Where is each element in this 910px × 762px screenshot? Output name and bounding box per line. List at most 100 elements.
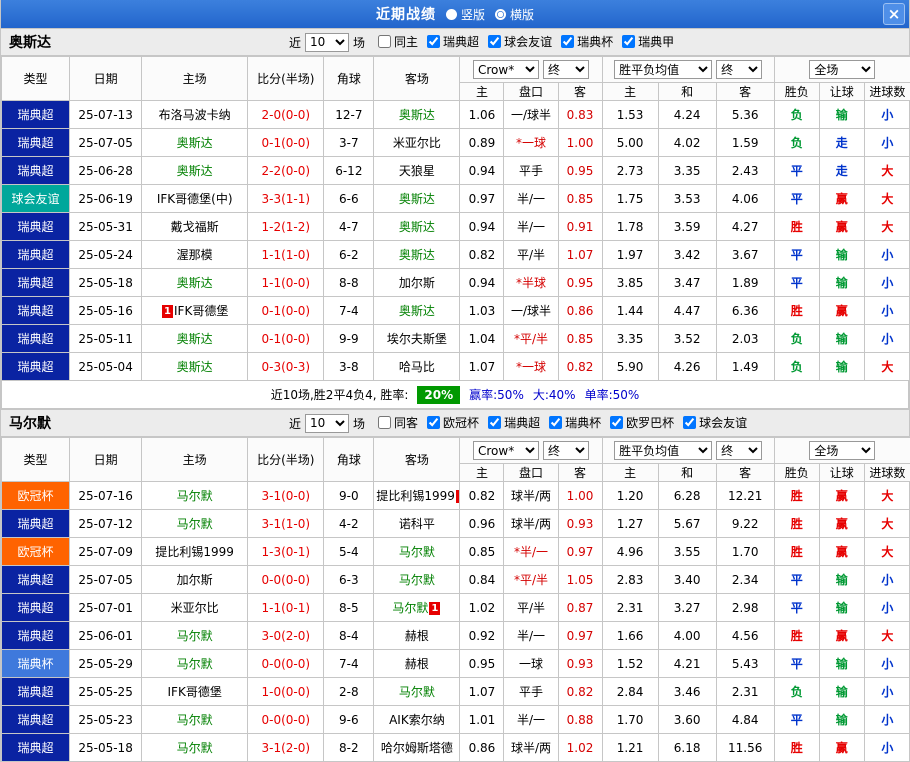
col-result-goals: 进球数 (864, 83, 910, 101)
avg-final-select[interactable]: 终 (716, 441, 762, 460)
avg-source-select[interactable]: 胜平负均值 (614, 60, 712, 79)
filter-checkbox[interactable] (427, 35, 440, 48)
home-odds: 0.97 (460, 185, 504, 213)
away-team-name: 米亚尔比 (393, 136, 441, 150)
away-team-name: 奥斯达 (399, 220, 435, 234)
match-row: 瑞典超25-05-23马尔默0-0(0-0)9-6AIK索尔纳1.01半/一0.… (2, 706, 910, 734)
home-team-name: 马尔默 (177, 629, 213, 643)
vertical-layout-radio-icon[interactable] (446, 9, 457, 20)
league-filter[interactable]: 瑞典杯 (561, 33, 613, 50)
avg-away-odds: 2.03 (716, 325, 774, 353)
vertical-layout-label[interactable]: 竖版 (461, 6, 485, 23)
home-odds: 0.82 (460, 482, 504, 510)
handicap-line: *半球 (504, 269, 558, 297)
col-result-handicap: 让球 (819, 83, 864, 101)
score-cell: 0-0(0-0) (248, 706, 324, 734)
league-filter[interactable]: 球会友谊 (683, 414, 747, 431)
match-row: 瑞典超25-06-01马尔默3-0(2-0)8-4赫根0.92半/一0.971.… (2, 622, 910, 650)
result-wdl: 平 (774, 269, 819, 297)
avg-draw-odds: 4.24 (658, 101, 716, 129)
filter-checkbox[interactable] (488, 416, 501, 429)
odds-final-select[interactable]: 终 (543, 60, 589, 79)
fullmatch-select[interactable]: 全场 (809, 441, 875, 460)
filter-checkbox[interactable] (622, 35, 635, 48)
avg-source-select[interactable]: 胜平负均值 (614, 441, 712, 460)
filter-checkbox[interactable] (683, 416, 696, 429)
avg-final-select[interactable]: 终 (716, 60, 762, 79)
corner-cell: 4-2 (324, 510, 374, 538)
result-handicap: 输 (819, 269, 864, 297)
match-row: 瑞典超25-05-04奥斯达0-3(0-3)3-8哈马比1.07*一球0.825… (2, 353, 910, 381)
odds-header-cell: Crow* 终 (460, 57, 602, 83)
league-filter[interactable]: 瑞典甲 (622, 33, 674, 50)
home-team-cell: 米亚尔比 (142, 594, 248, 622)
match-row: 欧冠杯25-07-09提比利锡19991-3(0-1)5-4马尔默0.85*半/… (2, 538, 910, 566)
away-team-cell: 赫根 (374, 622, 460, 650)
home-team-name: IFK哥德堡 (174, 304, 228, 318)
odds-source-select[interactable]: Crow* (473, 60, 539, 79)
league-filter[interactable]: 同客 (378, 414, 418, 431)
away-team-name: 哈尔姆斯塔德 (381, 741, 453, 755)
filter-label: 瑞典杯 (565, 414, 601, 431)
team-section-header: 奥斯达 近 10 场 同主瑞典超球会友谊瑞典杯瑞典甲 (1, 28, 909, 56)
league-filter[interactable]: 球会友谊 (488, 33, 552, 50)
filter-checkbox[interactable] (378, 35, 391, 48)
odds-source-select[interactable]: Crow* (473, 441, 539, 460)
col-score: 比分(半场) (248, 57, 324, 101)
filter-checkbox[interactable] (561, 35, 574, 48)
filter-checkbox[interactable] (378, 416, 391, 429)
league-type-cell: 瑞典超 (2, 594, 70, 622)
home-odds: 1.06 (460, 101, 504, 129)
avg-draw-odds: 3.40 (658, 566, 716, 594)
horizontal-layout-label[interactable]: 横版 (510, 6, 534, 23)
league-filter[interactable]: 瑞典超 (488, 414, 540, 431)
home-team-cell: 马尔默 (142, 482, 248, 510)
home-team-name: 布洛马波卡纳 (159, 108, 231, 122)
score-cell: 3-3(1-1) (248, 185, 324, 213)
table-header-row: 类型 日期 主场 比分(半场) 角球 客场 Crow* 终 胜平负均值 终 (2, 438, 910, 464)
odds-final-select[interactable]: 终 (543, 441, 589, 460)
red-card-badge: 1 (429, 602, 440, 615)
league-filter[interactable]: 瑞典杯 (549, 414, 601, 431)
league-filter[interactable]: 欧冠杯 (427, 414, 479, 431)
summary-stat: 单率:50% (585, 386, 640, 403)
league-filter[interactable]: 瑞典超 (427, 33, 479, 50)
col-odds-home: 主 (460, 464, 504, 482)
score-cell: 2-0(0-0) (248, 101, 324, 129)
fullmatch-select[interactable]: 全场 (809, 60, 875, 79)
away-team-cell: 马尔默 (374, 538, 460, 566)
corner-cell: 6-6 (324, 185, 374, 213)
filter-checkbox[interactable] (610, 416, 623, 429)
home-odds: 0.82 (460, 241, 504, 269)
fullmatch-header-cell: 全场 (774, 57, 910, 83)
result-handicap: 输 (819, 353, 864, 381)
filter-checkbox[interactable] (427, 416, 440, 429)
match-date: 25-06-19 (70, 185, 142, 213)
result-goals: 大 (864, 538, 910, 566)
filter-checkbox[interactable] (488, 35, 501, 48)
close-icon[interactable]: × (883, 3, 905, 25)
match-count-select[interactable]: 10 (305, 414, 349, 433)
red-card-badge: 1 (162, 305, 173, 318)
avg-home-odds: 1.70 (602, 706, 658, 734)
red-card-badge: 1 (456, 490, 460, 503)
result-wdl: 胜 (774, 510, 819, 538)
away-team-cell: 埃尔夫斯堡 (374, 325, 460, 353)
away-odds: 0.85 (558, 325, 602, 353)
home-team-name: 奥斯达 (177, 360, 213, 374)
corner-cell: 2-8 (324, 678, 374, 706)
match-count-select[interactable]: 10 (305, 33, 349, 52)
league-type-cell: 瑞典超 (2, 269, 70, 297)
league-type-cell: 瑞典超 (2, 353, 70, 381)
avg-draw-odds: 3.46 (658, 678, 716, 706)
avg-away-odds: 9.22 (716, 510, 774, 538)
home-team-name: 马尔默 (177, 713, 213, 727)
league-filter[interactable]: 同主 (378, 33, 418, 50)
filter-label: 欧罗巴杯 (626, 414, 674, 431)
league-filter[interactable]: 欧罗巴杯 (610, 414, 674, 431)
horizontal-layout-radio-icon[interactable] (495, 9, 506, 20)
result-wdl: 负 (774, 129, 819, 157)
filter-checkbox[interactable] (549, 416, 562, 429)
result-handicap: 赢 (819, 734, 864, 762)
home-odds: 1.07 (460, 353, 504, 381)
